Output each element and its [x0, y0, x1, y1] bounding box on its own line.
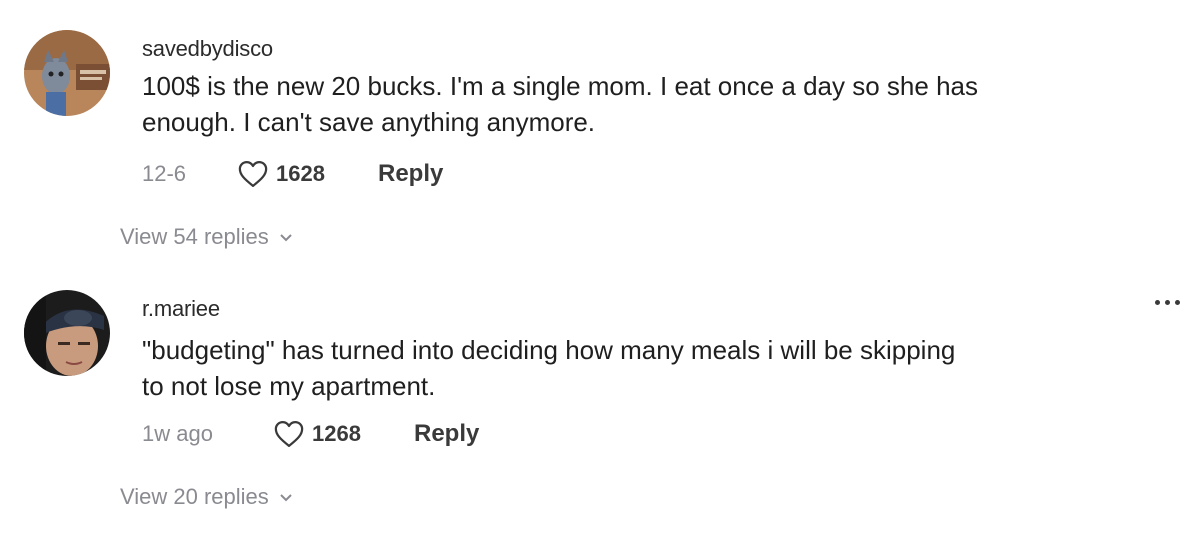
comment-item: savedbydisco 100$ is the new 20 bucks. I… [0, 0, 1200, 270]
username[interactable]: r.mariee [142, 296, 220, 322]
comment-meta: 12-6 1628 Reply [142, 160, 443, 188]
like-button[interactable]: 1628 [238, 160, 378, 188]
comment-date: 1w ago [142, 421, 213, 446]
comment-text-line: "budgeting" has turned into deciding how… [142, 335, 956, 365]
comment-text-line: 100$ is the new 20 bucks. I'm a single m… [142, 71, 978, 101]
more-dot [1155, 300, 1160, 305]
like-count: 1628 [276, 161, 325, 186]
comment-item: r.mariee "budgeting" has turned into dec… [0, 270, 1200, 545]
view-replies-button[interactable]: View 20 replies [120, 484, 293, 510]
like-count: 1268 [312, 421, 361, 446]
comment-meta: 1w ago 1268 Reply [142, 420, 479, 448]
more-dot [1175, 300, 1180, 305]
chevron-down-icon [280, 234, 292, 242]
comment-text: 100$ is the new 20 bucks. I'm a single m… [142, 68, 1142, 140]
more-dot [1165, 300, 1170, 305]
heart-outline-icon [274, 421, 304, 447]
view-replies-button[interactable]: View 54 replies [120, 224, 293, 250]
more-horizontal-icon[interactable] [1155, 300, 1180, 305]
reply-button[interactable]: Reply [378, 160, 443, 188]
view-replies-label: View 20 replies [120, 484, 269, 509]
view-replies-label: View 54 replies [120, 224, 269, 249]
comment-text: "budgeting" has turned into deciding how… [142, 332, 1142, 404]
comment-text-line: to not lose my apartment. [142, 371, 436, 401]
comment-date: 12-6 [142, 161, 187, 186]
avatar[interactable] [24, 290, 110, 376]
username[interactable]: savedbydisco [142, 36, 273, 62]
reply-button[interactable]: Reply [414, 420, 479, 448]
heart-outline-icon [238, 161, 268, 187]
comment-text-line: enough. I can't save anything anymore. [142, 107, 596, 137]
chevron-down-icon [280, 494, 292, 502]
avatar[interactable] [24, 30, 110, 116]
like-button[interactable]: 1268 [274, 420, 414, 448]
